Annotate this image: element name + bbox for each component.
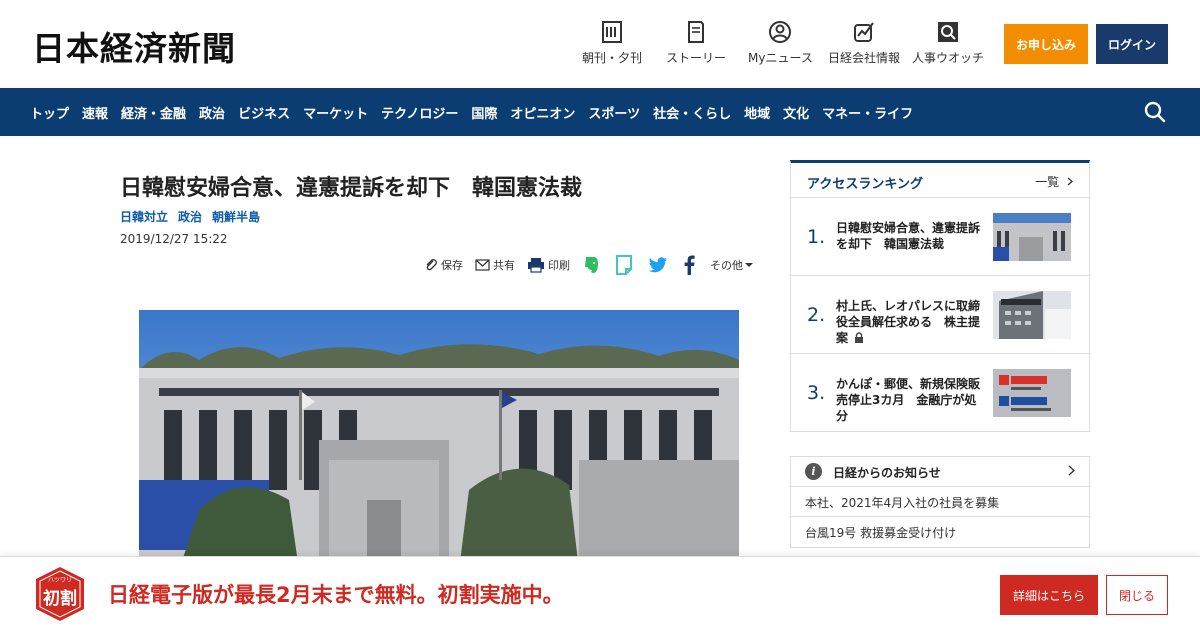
- search-person-icon: [938, 22, 958, 42]
- subscribe-button[interactable]: お申し込み: [1004, 24, 1088, 64]
- print-button[interactable]: 印刷: [527, 257, 570, 273]
- caret-down-icon: [745, 263, 753, 267]
- promo-details-button[interactable]: 詳細はこちら: [1000, 575, 1098, 615]
- print-label: 印刷: [548, 259, 570, 272]
- hatsuwari-badge: ハツワリ 初割: [34, 565, 86, 623]
- util-label: 朝刊・夕刊: [582, 51, 643, 65]
- hatsuwari-badge-shape: ハツワリ 初割: [36, 567, 84, 621]
- facebook-icon: [684, 255, 695, 275]
- save-button[interactable]: 保存: [424, 257, 463, 273]
- notice-title: 日経からのお知らせ: [833, 466, 941, 480]
- site-header: 日本経済新聞 朝刊・夕刊 ストーリー Myニュース 日経会社情報 人事ウオッチ …: [0, 0, 1200, 88]
- tag-link[interactable]: 政治: [178, 208, 202, 225]
- note-button[interactable]: [615, 255, 636, 275]
- twitter-button[interactable]: [648, 256, 671, 274]
- ranking-thumbnail: [993, 291, 1071, 339]
- mail-icon: [475, 259, 490, 271]
- badge-text: 初割: [43, 588, 77, 609]
- more-share-button[interactable]: その他: [710, 257, 756, 273]
- ranking-thumbnail: [993, 213, 1071, 261]
- ranking-thumbnail: [993, 369, 1071, 417]
- nav-item-top[interactable]: トップ: [30, 103, 69, 122]
- nav-item-business[interactable]: ビジネス: [238, 103, 290, 122]
- facebook-button[interactable]: [683, 255, 698, 275]
- info-icon: i: [805, 463, 822, 480]
- ranking-headline: 村上氏、レオパレスに取締役全員解任求める 株主提案: [836, 298, 986, 346]
- ranking-headline: 日韓慰安婦合意、違憲提訴を却下 韓国憲法裁: [836, 221, 981, 251]
- save-label: 保存: [441, 259, 463, 272]
- nav-item-society[interactable]: 社会・くらし: [653, 103, 731, 122]
- tag-link[interactable]: 朝鮮半島: [212, 208, 260, 225]
- court-building-image: [139, 310, 739, 570]
- nav-item-opinion[interactable]: オピニオン: [510, 103, 575, 122]
- access-ranking: アクセスランキング 一覧 1. 日韓慰安婦合意、違憲提訴を却下 韓国憲法裁 2.…: [790, 160, 1090, 432]
- util-label: ストーリー: [666, 51, 727, 65]
- nav-item-money-life[interactable]: マネー・ライフ: [822, 103, 913, 122]
- util-label: 人事ウオッチ: [912, 51, 985, 65]
- chart-icon: [854, 22, 874, 42]
- promo-close-button[interactable]: 閉じる: [1106, 575, 1168, 615]
- chevron-right-icon: [1067, 177, 1073, 186]
- article-date: 2019/12/27 15:22: [120, 232, 228, 246]
- ranking-number: 1.: [807, 226, 826, 248]
- nav-item-market[interactable]: マーケット: [303, 103, 368, 122]
- ranking-more-link[interactable]: 一覧: [1035, 173, 1073, 190]
- nav-item-culture[interactable]: 文化: [783, 103, 809, 122]
- util-label: 日経会社情報: [828, 51, 901, 65]
- share-label: 共有: [493, 259, 515, 272]
- ranking-title: アクセスランキング: [807, 177, 923, 192]
- more-label: その他: [710, 259, 743, 272]
- badge-ruby: ハツワリ: [48, 577, 72, 584]
- search-icon[interactable]: [1143, 100, 1167, 124]
- printer-icon: [528, 258, 544, 273]
- util-label: Myニュース: [748, 51, 813, 65]
- main-nav: トップ 速報 経済・金融 政治 ビジネス マーケット テクノロジー 国際 オピニ…: [0, 88, 1200, 136]
- evernote-button[interactable]: [582, 255, 603, 275]
- notice-header[interactable]: i 日経からのお知らせ: [791, 457, 1089, 487]
- promo-banner: ハツワリ 初割 日経電子版が最長2月末まで無料。初割実施中。 詳細はこちら 閉じ…: [0, 556, 1200, 630]
- article-tags: 日韓対立 政治 朝鮮半島: [120, 208, 270, 225]
- login-button[interactable]: ログイン: [1096, 24, 1168, 64]
- ranking-header: アクセスランキング 一覧: [791, 163, 1089, 198]
- nav-list: トップ 速報 経済・金融 政治 ビジネス マーケット テクノロジー 国際 オピニ…: [30, 88, 926, 136]
- site-logo[interactable]: 日本経済新聞: [32, 22, 236, 70]
- ranking-more-label: 一覧: [1035, 175, 1060, 189]
- tag-link[interactable]: 日韓対立: [120, 208, 168, 225]
- nav-item-sports[interactable]: スポーツ: [588, 103, 640, 122]
- nav-item-economy[interactable]: 経済・金融: [121, 103, 186, 122]
- ranking-headline: かんぽ・郵便、新規保険販売停止3カ月 金融庁が処分: [836, 377, 981, 423]
- article-photo: [139, 310, 739, 570]
- util-my-news[interactable]: Myニュース: [748, 20, 813, 66]
- nav-item-international[interactable]: 国際: [471, 103, 497, 122]
- book-icon: [688, 21, 704, 43]
- util-personnel-watch[interactable]: 人事ウオッチ: [912, 20, 984, 66]
- nav-item-technology[interactable]: テクノロジー: [381, 103, 458, 122]
- lock-icon: [855, 332, 864, 343]
- share-button[interactable]: 共有: [475, 257, 515, 273]
- promo-text: 日経電子版が最長2月末まで無料。初割実施中。: [108, 583, 564, 607]
- nav-item-region[interactable]: 地域: [744, 103, 770, 122]
- ranking-number: 2.: [807, 304, 826, 326]
- paperclip-icon: [426, 259, 437, 271]
- evernote-icon: [585, 257, 598, 273]
- newspaper-icon: [602, 21, 622, 43]
- ranking-item[interactable]: 3. かんぽ・郵便、新規保険販売停止3カ月 金融庁が処分: [791, 354, 1089, 432]
- nav-item-politics[interactable]: 政治: [199, 103, 225, 122]
- ranking-item[interactable]: 2. 村上氏、レオパレスに取締役全員解任求める 株主提案: [791, 276, 1089, 354]
- notice-item[interactable]: 台風19号 救援募金受け付け: [791, 517, 1089, 547]
- ranking-number: 3.: [807, 382, 826, 404]
- notice-item[interactable]: 本社、2021年4月入社の社員を募集: [791, 487, 1089, 517]
- note-icon: [616, 255, 632, 275]
- chevron-right-icon: [1068, 465, 1075, 476]
- util-company-info[interactable]: 日経会社情報: [828, 20, 900, 66]
- nav-item-breaking[interactable]: 速報: [82, 103, 108, 122]
- util-morning-evening-edition[interactable]: 朝刊・夕刊: [582, 20, 642, 66]
- share-bar: 保存 共有 印刷 その他: [412, 254, 756, 276]
- nikkei-notice: i 日経からのお知らせ 本社、2021年4月入社の社員を募集 台風19号 救援募…: [790, 456, 1090, 548]
- ranking-item[interactable]: 1. 日韓慰安婦合意、違憲提訴を却下 韓国憲法裁: [791, 198, 1089, 276]
- user-icon: [769, 21, 792, 43]
- twitter-icon: [648, 256, 668, 272]
- util-story[interactable]: ストーリー: [666, 20, 726, 66]
- article-title: 日韓慰安婦合意、違憲提訴を却下 韓国憲法裁: [120, 176, 583, 201]
